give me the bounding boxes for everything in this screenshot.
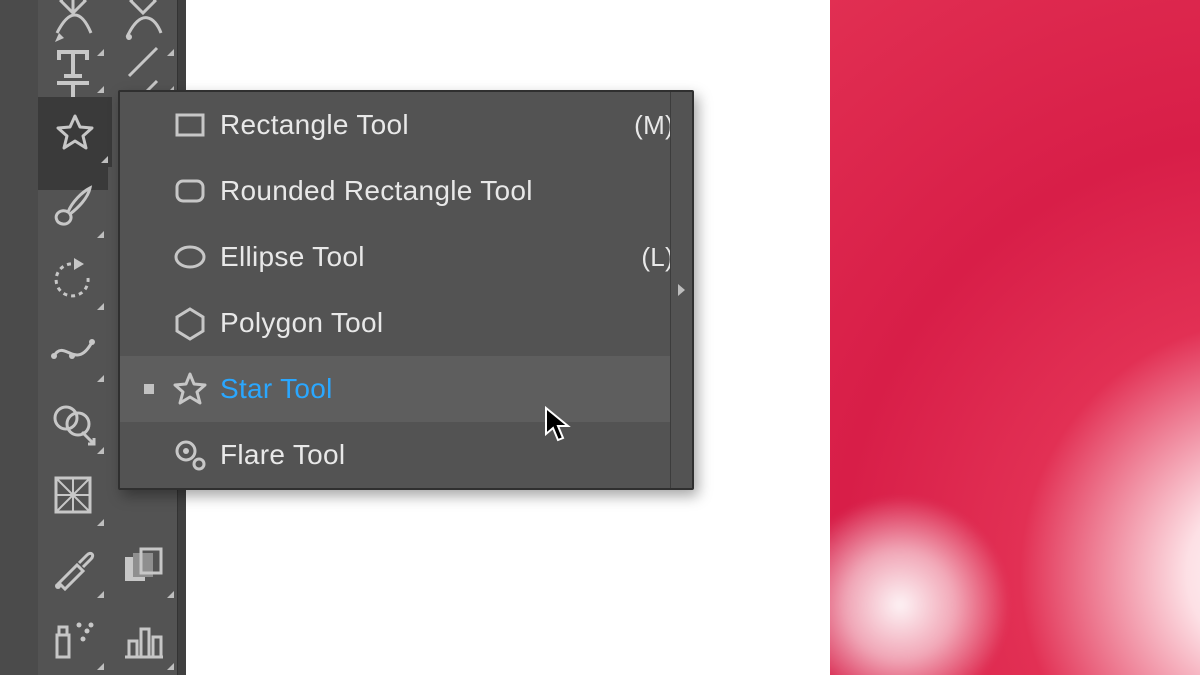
mesh-icon <box>50 472 96 518</box>
shape-builder-icon <box>48 398 98 448</box>
type-tool[interactable] <box>38 27 108 97</box>
flyout-item-label: Star Tool <box>216 373 664 405</box>
flyout-indicator-icon <box>101 156 108 163</box>
paintbrush-icon <box>48 182 98 232</box>
paintbrush-tool[interactable] <box>38 172 108 242</box>
flyout-indicator-icon <box>167 663 174 670</box>
chevron-right-icon <box>678 284 685 296</box>
ellipse-icon <box>164 239 216 275</box>
canvas-artwork <box>830 0 1200 675</box>
pen-tool[interactable] <box>38 0 108 30</box>
flyout-item-label: Flare Tool <box>216 439 664 471</box>
flyout-tearoff-handle[interactable] <box>670 92 692 488</box>
flare-icon <box>164 437 216 473</box>
current-tool-marker-icon <box>144 384 154 394</box>
flyout-indicator-icon <box>97 519 104 526</box>
polygon-icon <box>164 305 216 341</box>
warp-icon <box>48 326 98 376</box>
symbol-sprayer-tool[interactable] <box>38 604 108 674</box>
flyout-item-shortcut: (L) <box>631 242 674 273</box>
type-icon <box>51 40 95 84</box>
shape-builder-tool[interactable] <box>38 388 108 458</box>
flyout-item-flare[interactable]: Flare Tool <box>120 422 692 488</box>
mesh-tool[interactable] <box>38 460 108 530</box>
rounded-rectangle-icon <box>164 173 216 209</box>
eyedropper-tool[interactable] <box>38 532 108 602</box>
line-icon <box>121 40 165 84</box>
flyout-indicator-icon <box>97 231 104 238</box>
curvature-tool[interactable] <box>108 0 178 30</box>
rectangle-icon <box>164 107 216 143</box>
blend-tool[interactable] <box>108 532 178 602</box>
flyout-item-rounded-rectangle[interactable]: Rounded Rectangle Tool <box>120 158 692 224</box>
flyout-item-rectangle[interactable]: Rectangle Tool (M) <box>120 92 692 158</box>
eyedropper-icon <box>49 543 97 591</box>
star-icon <box>53 110 97 154</box>
flyout-indicator-icon <box>97 663 104 670</box>
rotate-icon <box>50 256 96 302</box>
pen-icon <box>51 0 95 17</box>
column-graph-tool[interactable] <box>108 604 178 674</box>
flyout-item-label: Rectangle Tool <box>216 109 624 141</box>
flyout-item-ellipse[interactable]: Ellipse Tool (L) <box>120 224 692 290</box>
app-edge <box>0 0 38 675</box>
blend-icon <box>119 543 167 591</box>
flyout-item-shortcut: (M) <box>624 110 674 141</box>
star-icon <box>164 371 216 407</box>
flyout-item-star[interactable]: Star Tool <box>120 356 692 422</box>
flyout-item-polygon[interactable]: Polygon Tool <box>120 290 692 356</box>
line-segment-tool[interactable] <box>108 27 178 97</box>
flyout-indicator-icon <box>97 303 104 310</box>
shape-tool[interactable] <box>38 97 112 167</box>
warp-tool[interactable] <box>38 316 108 386</box>
curvature-icon <box>121 0 165 17</box>
flyout-item-label: Polygon Tool <box>216 307 664 339</box>
column-graph-icon <box>119 615 167 663</box>
shape-tool-flyout[interactable]: Rectangle Tool (M) Rounded Rectangle Too… <box>118 90 694 490</box>
flyout-indicator-icon <box>97 86 104 93</box>
symbol-sprayer-icon <box>49 615 97 663</box>
rotate-tool[interactable] <box>38 244 108 314</box>
flyout-indicator-icon <box>167 591 174 598</box>
flyout-item-label: Ellipse Tool <box>216 241 631 273</box>
flyout-indicator-icon <box>97 591 104 598</box>
flyout-indicator-icon <box>97 447 104 454</box>
flyout-indicator-icon <box>97 375 104 382</box>
flyout-item-label: Rounded Rectangle Tool <box>216 175 664 207</box>
